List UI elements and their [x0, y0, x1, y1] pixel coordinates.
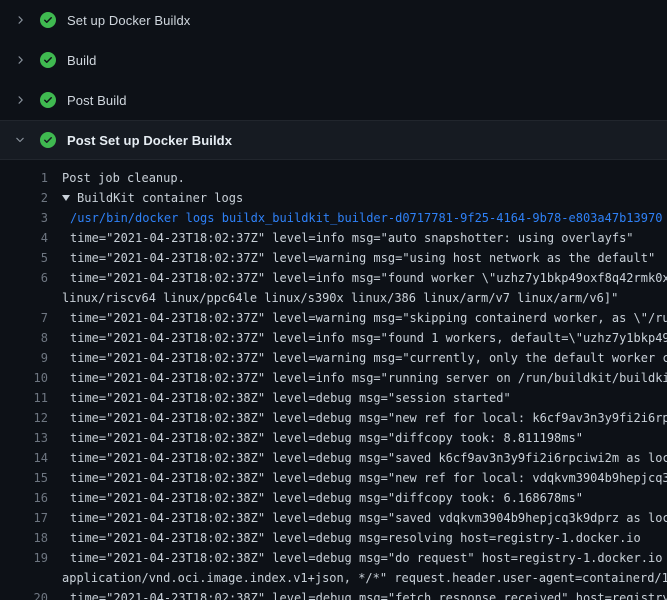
log-text: time="2021-04-23T18:02:37Z" level=warnin… [70, 248, 655, 268]
step-label: Post Set up Docker Buildx [67, 133, 232, 148]
log-row: application/vnd.oci.image.index.v1+json,… [0, 568, 667, 588]
check-circle-icon [40, 52, 56, 68]
log-text: time="2021-04-23T18:02:38Z" level=debug … [70, 388, 511, 408]
log-row: 5 time="2021-04-23T18:02:37Z" level=warni… [0, 248, 667, 268]
group-toggle-icon[interactable] [62, 195, 70, 201]
step-label: Post Build [67, 93, 127, 108]
log-text: Post job cleanup. [62, 168, 185, 188]
log-text: time="2021-04-23T18:02:38Z" level=debug … [70, 588, 667, 600]
steps-panel: Set up Docker Buildx Build Post Build Po… [0, 0, 667, 160]
log-text: time="2021-04-23T18:02:38Z" level=debug … [70, 448, 667, 468]
log-row: 6 time="2021-04-23T18:02:37Z" level=info … [0, 268, 667, 288]
chevron-right-icon [12, 52, 28, 68]
log-rows: 1 Post job cleanup. 2 BuildKit container lo… [0, 168, 667, 600]
step-header-set-up-docker-buildx[interactable]: Set up Docker Buildx [0, 0, 667, 40]
log-row: 8 time="2021-04-23T18:02:37Z" level=info … [0, 328, 667, 348]
log-row: 15 time="2021-04-23T18:02:38Z" level=debu… [0, 468, 667, 488]
log-text: time="2021-04-23T18:02:37Z" level=info m… [70, 368, 667, 388]
line-number[interactable]: 3 [0, 208, 48, 228]
check-circle-icon [40, 12, 56, 28]
step-label: Set up Docker Buildx [67, 13, 190, 28]
log-text: time="2021-04-23T18:02:37Z" level=info m… [70, 328, 667, 348]
log-text: time="2021-04-23T18:02:38Z" level=debug … [70, 408, 667, 428]
line-number[interactable]: 9 [0, 348, 48, 368]
line-number[interactable]: 6 [0, 268, 48, 288]
line-number [0, 288, 48, 308]
log-text: time="2021-04-23T18:02:37Z" level=warnin… [70, 348, 667, 368]
line-number[interactable]: 15 [0, 468, 48, 488]
log-row: 1 Post job cleanup. [0, 168, 667, 188]
line-number[interactable]: 5 [0, 248, 48, 268]
chevron-down-icon [12, 132, 28, 148]
log-row: 17 time="2021-04-23T18:02:38Z" level=debu… [0, 508, 667, 528]
log-row: 2 BuildKit container logs [0, 188, 667, 208]
line-number[interactable]: 8 [0, 328, 48, 348]
log-row: 20 time="2021-04-23T18:02:38Z" level=debu… [0, 588, 667, 600]
line-number[interactable]: 17 [0, 508, 48, 528]
line-number[interactable]: 14 [0, 448, 48, 468]
line-number[interactable]: 19 [0, 548, 48, 568]
actions-log-page: { "colors": { "background": "#0d1117", "… [0, 0, 667, 600]
log-row: 3/usr/bin/docker logs buildx_buildkit_bu… [0, 208, 667, 228]
line-number[interactable]: 2 [0, 188, 48, 208]
check-circle-icon [40, 132, 56, 148]
chevron-right-icon [12, 12, 28, 28]
log-row: 16 time="2021-04-23T18:02:38Z" level=debu… [0, 488, 667, 508]
line-number[interactable]: 13 [0, 428, 48, 448]
line-number[interactable]: 12 [0, 408, 48, 428]
log-row: 19 time="2021-04-23T18:02:38Z" level=debu… [0, 548, 667, 568]
log-text: time="2021-04-23T18:02:37Z" level=info m… [70, 268, 667, 288]
log-text: application/vnd.oci.image.index.v1+json,… [62, 568, 667, 588]
line-number[interactable]: 7 [0, 308, 48, 328]
check-circle-icon [40, 92, 56, 108]
log-command-text: /usr/bin/docker logs buildx_buildkit_bui… [70, 208, 662, 228]
step-header-post-set-up-docker-buildx[interactable]: Post Set up Docker Buildx [0, 120, 667, 160]
log-viewer: 1 Post job cleanup. 2 BuildKit container lo… [0, 160, 667, 600]
step-label: Build [67, 53, 96, 68]
log-text: time="2021-04-23T18:02:38Z" level=debug … [70, 508, 667, 528]
line-number[interactable]: 18 [0, 528, 48, 548]
log-row: 11 time="2021-04-23T18:02:38Z" level=debu… [0, 388, 667, 408]
log-text: time="2021-04-23T18:02:38Z" level=debug … [70, 488, 583, 508]
log-text: time="2021-04-23T18:02:38Z" level=debug … [70, 428, 583, 448]
line-number [0, 568, 48, 588]
log-row: 9 time="2021-04-23T18:02:37Z" level=warni… [0, 348, 667, 368]
log-row: 10 time="2021-04-23T18:02:37Z" level=info… [0, 368, 667, 388]
log-text: time="2021-04-23T18:02:38Z" level=debug … [70, 468, 667, 488]
line-number[interactable]: 20 [0, 588, 48, 600]
step-header-build[interactable]: Build [0, 40, 667, 80]
log-row: linux/riscv64 linux/ppc64le linux/s390x … [0, 288, 667, 308]
log-row: 7 time="2021-04-23T18:02:37Z" level=warni… [0, 308, 667, 328]
log-group-title: BuildKit container logs [62, 188, 243, 208]
log-text: time="2021-04-23T18:02:37Z" level=info m… [70, 228, 634, 248]
step-header-post-build[interactable]: Post Build [0, 80, 667, 120]
log-row: 13 time="2021-04-23T18:02:38Z" level=debu… [0, 428, 667, 448]
log-text: time="2021-04-23T18:02:38Z" level=debug … [70, 548, 667, 568]
chevron-right-icon [12, 92, 28, 108]
log-text: time="2021-04-23T18:02:38Z" level=debug … [70, 528, 641, 548]
line-number[interactable]: 11 [0, 388, 48, 408]
log-row: 18 time="2021-04-23T18:02:38Z" level=debu… [0, 528, 667, 548]
log-row: 14 time="2021-04-23T18:02:38Z" level=debu… [0, 448, 667, 468]
log-row: 12 time="2021-04-23T18:02:38Z" level=debu… [0, 408, 667, 428]
log-text: linux/riscv64 linux/ppc64le linux/s390x … [62, 288, 618, 308]
line-number[interactable]: 10 [0, 368, 48, 388]
log-text: time="2021-04-23T18:02:37Z" level=warnin… [70, 308, 667, 328]
line-number[interactable]: 4 [0, 228, 48, 248]
line-number[interactable]: 16 [0, 488, 48, 508]
log-row: 4 time="2021-04-23T18:02:37Z" level=info … [0, 228, 667, 248]
line-number[interactable]: 1 [0, 168, 48, 188]
